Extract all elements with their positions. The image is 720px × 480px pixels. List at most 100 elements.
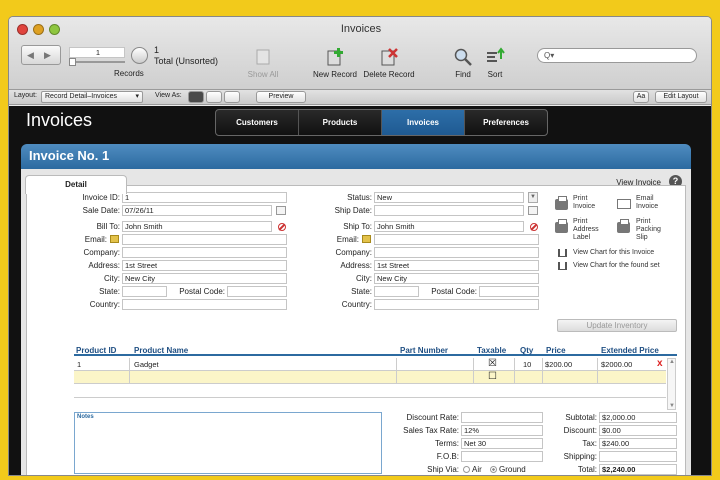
table-row[interactable]: 1 Gadget ☒ 10 $200.00 $2000.00 x [74, 358, 666, 371]
find-button[interactable]: Find [449, 47, 477, 79]
layout-select[interactable]: Record Detail–Invoices ▾ [41, 91, 143, 103]
air-radio[interactable] [463, 466, 470, 473]
notes-field[interactable]: Notes [74, 412, 382, 474]
status-field[interactable]: New [374, 192, 524, 203]
sort-label: Sort [487, 70, 503, 79]
ship-country-field[interactable] [374, 299, 539, 310]
shipping-field[interactable] [599, 451, 677, 462]
title-bar: Invoices ◀ ▶ 1 1 Total (Unsorted) Record… [9, 17, 711, 90]
show-all-button[interactable]: Show All [245, 47, 281, 79]
sort-button[interactable]: Sort [481, 47, 509, 79]
tab-customers[interactable]: Customers [216, 110, 299, 135]
chart-found-link[interactable]: View Chart for the found set [573, 262, 660, 270]
print-address-label-link[interactable]: Print Address Label [573, 218, 599, 242]
table-row[interactable] [74, 385, 666, 398]
extended-price-cell: $2000.00 [601, 360, 633, 369]
layout-bar: Layout: Record Detail–Invoices ▾ View As… [9, 90, 711, 105]
table-row[interactable]: ☐ [74, 371, 666, 384]
city-field[interactable]: New City [122, 273, 287, 284]
price-cell[interactable]: $200.00 [545, 360, 572, 369]
total-field: $2,240.00 [599, 464, 677, 475]
taxable-checkbox[interactable]: ☒ [488, 358, 497, 369]
ground-radio[interactable] [490, 466, 497, 473]
taxable-checkbox[interactable]: ☐ [488, 371, 497, 382]
company-field[interactable] [122, 247, 287, 258]
print-invoice-link[interactable]: Print Invoice [573, 195, 595, 211]
app-window: Invoices ◀ ▶ 1 1 Total (Unsorted) Record… [8, 16, 712, 476]
layout-content: Invoices Customers Products Invoices Pre… [9, 106, 711, 475]
record-navigator[interactable]: ◀ ▶ [21, 45, 61, 65]
calendar-icon[interactable] [276, 206, 286, 215]
delete-record-button[interactable]: Delete Record [361, 47, 417, 79]
chart-invoice-icon[interactable] [558, 249, 567, 257]
address-field[interactable]: 1st Street [122, 260, 287, 271]
tab-products[interactable]: Products [299, 110, 382, 135]
record-slider[interactable] [69, 61, 125, 63]
qty-cell[interactable]: 10 [523, 360, 531, 369]
table-scrollbar[interactable]: ▲ ▼ [667, 358, 676, 410]
view-list-icon[interactable] [206, 91, 222, 103]
ship-city-field[interactable]: New City [374, 273, 539, 284]
discount-rate-field[interactable] [461, 412, 543, 423]
print-label-icon[interactable] [555, 219, 568, 233]
print-invoice-icon[interactable] [555, 196, 568, 210]
record-number-field[interactable]: 1 [69, 47, 125, 58]
delete-record-label: Delete Record [363, 70, 415, 79]
clear-ship-to-icon[interactable] [530, 223, 538, 231]
ship-calendar-icon[interactable] [528, 206, 538, 215]
state-field[interactable] [122, 286, 167, 297]
ship-state-field[interactable] [374, 286, 419, 297]
search-input[interactable]: Q▾ [537, 48, 697, 63]
edit-layout-button[interactable]: Edit Layout [655, 91, 707, 103]
view-table-icon[interactable] [224, 91, 240, 103]
ship-date-field[interactable] [374, 205, 524, 216]
record-slider-thumb[interactable] [69, 58, 76, 66]
subtotal-label: Subtotal: [565, 413, 597, 422]
update-inventory-button[interactable]: Update Inventory [557, 319, 677, 332]
text-format-button[interactable]: Aa [633, 91, 649, 103]
ship-email-compose-icon[interactable] [362, 235, 371, 243]
email-compose-icon[interactable] [110, 235, 119, 243]
ship-to-field[interactable]: John Smith [374, 221, 524, 232]
tab-preferences[interactable]: Preferences [465, 110, 547, 135]
product-id-cell[interactable]: 1 [77, 360, 81, 369]
terms-field[interactable]: Net 30 [461, 438, 543, 449]
ship-postal-field[interactable] [479, 286, 539, 297]
product-name-cell[interactable]: Gadget [134, 360, 159, 369]
tab-detail[interactable]: Detail [25, 175, 127, 194]
delete-row-icon[interactable]: x [657, 358, 663, 369]
invoice-id-field[interactable]: 1 [122, 192, 287, 203]
ship-email-field[interactable] [374, 234, 539, 245]
bill-to-field[interactable]: John Smith [122, 221, 272, 232]
scroll-up-icon[interactable]: ▲ [669, 359, 675, 365]
discount-label: Discount: [563, 426, 597, 435]
invoice-panel: Detail View Invoice ? Invoice ID: 1 Sale… [21, 169, 691, 475]
discount-field[interactable]: $0.00 [599, 425, 677, 436]
preview-button[interactable]: Preview [256, 91, 306, 103]
tab-invoices[interactable]: Invoices [382, 110, 465, 135]
ship-date-label: Ship Date: [334, 206, 372, 215]
chart-invoice-link[interactable]: View Chart for this Invoice [573, 249, 654, 257]
email-invoice-link[interactable]: Email Invoice [636, 195, 658, 211]
prev-record-icon[interactable]: ◀ [27, 50, 34, 61]
clear-bill-to-icon[interactable] [278, 223, 286, 231]
print-slip-icon[interactable] [617, 219, 630, 233]
print-packing-slip-link[interactable]: Print Packing Slip [636, 218, 661, 242]
discount-rate-label: Discount Rate: [406, 413, 459, 422]
postal-code-field[interactable] [227, 286, 287, 297]
ship-company-field[interactable] [374, 247, 539, 258]
chart-found-icon[interactable] [558, 262, 567, 270]
ship-address-field[interactable]: 1st Street [374, 260, 539, 271]
country-field[interactable] [122, 299, 287, 310]
fob-field[interactable] [461, 451, 543, 462]
scroll-down-icon[interactable]: ▼ [669, 403, 675, 409]
email-invoice-icon[interactable] [617, 199, 631, 209]
new-record-button[interactable]: New Record [311, 47, 359, 79]
view-form-icon[interactable] [188, 91, 204, 103]
email-field[interactable] [122, 234, 287, 245]
sales-tax-rate-field[interactable]: 12% [461, 425, 543, 436]
status-dropdown-icon[interactable]: ▼ [528, 192, 538, 203]
products-table: Product ID Product Name Part Number Taxa… [74, 346, 677, 410]
sale-date-field[interactable]: 07/26/11 [122, 205, 272, 216]
next-record-icon[interactable]: ▶ [44, 50, 51, 61]
